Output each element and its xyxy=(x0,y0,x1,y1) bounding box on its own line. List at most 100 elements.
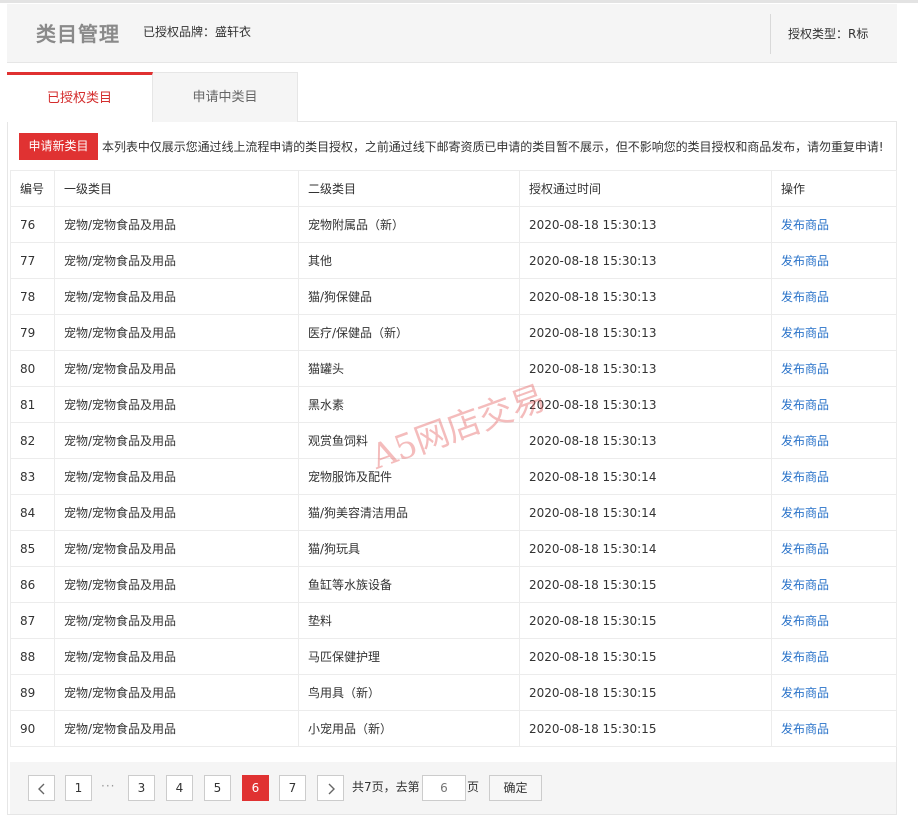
authorized-brand: 已授权品牌：盛轩衣 xyxy=(143,25,252,39)
top-border xyxy=(0,0,918,3)
table-row: 90 宠物/宠物食品及用品 小宠用品（新） 2020-08-18 15:30:15 发布… xyxy=(10,710,897,747)
column-header-level2-category: 二级类目 xyxy=(298,170,520,207)
page-suffix-text: 页 xyxy=(467,780,480,794)
page-button-5[interactable]: 5 xyxy=(204,775,231,801)
prev-page-button[interactable] xyxy=(28,775,55,801)
level1-category: 宠物/宠物食品及用品 xyxy=(54,530,299,567)
approval-time: 2020-08-18 15:30:13 xyxy=(519,206,772,243)
table-row: 82 宠物/宠物食品及用品 观赏鱼饲料 2020-08-18 15:30:13 发布商品 xyxy=(10,422,897,459)
table-body: 76 宠物/宠物食品及用品 宠物附属品（新） 2020-08-18 15:30:13 发… xyxy=(10,206,897,747)
row-number: 82 xyxy=(10,422,55,459)
approval-time: 2020-08-18 15:30:14 xyxy=(519,458,772,495)
approval-time: 2020-08-18 15:30:15 xyxy=(519,566,772,603)
table-row: 89 宠物/宠物食品及用品 鸟用具（新） 2020-08-18 15:30:15 发布商… xyxy=(10,674,897,711)
pagination: 1 ··· 3 4 5 6 7 共7页，去第 页 确定 xyxy=(10,762,896,814)
next-page-button[interactable] xyxy=(317,775,344,801)
column-header-number: 编号 xyxy=(10,170,55,207)
publish-product-link[interactable]: 发布商品 xyxy=(771,710,897,747)
level2-category: 鸟用具（新） xyxy=(298,674,520,711)
level2-category: 猫/狗玩具 xyxy=(298,530,520,567)
publish-product-link[interactable]: 发布商品 xyxy=(771,206,897,243)
apply-new-category-button[interactable]: 申请新类目 xyxy=(19,133,98,160)
page-button-1[interactable]: 1 xyxy=(65,775,92,801)
level2-category: 宠物服饰及配件 xyxy=(298,458,520,495)
page-ellipsis: ··· xyxy=(101,779,116,793)
row-number: 90 xyxy=(10,710,55,747)
publish-product-link[interactable]: 发布商品 xyxy=(771,278,897,315)
column-header-level1-category: 一级类目 xyxy=(54,170,299,207)
approval-time: 2020-08-18 15:30:15 xyxy=(519,602,772,639)
publish-product-link[interactable]: 发布商品 xyxy=(771,458,897,495)
column-header-approval-time: 授权通过时间 xyxy=(519,170,772,207)
level2-category: 猫/狗保健品 xyxy=(298,278,520,315)
row-number: 77 xyxy=(10,242,55,279)
approval-time: 2020-08-18 15:30:13 xyxy=(519,350,772,387)
level2-category: 小宠用品（新） xyxy=(298,710,520,747)
row-number: 83 xyxy=(10,458,55,495)
level2-category: 垫料 xyxy=(298,602,520,639)
table-row: 77 宠物/宠物食品及用品 其他 2020-08-18 15:30:13 发布商品 xyxy=(10,242,897,279)
level1-category: 宠物/宠物食品及用品 xyxy=(54,710,299,747)
level1-category: 宠物/宠物食品及用品 xyxy=(54,566,299,603)
level2-category: 黑水素 xyxy=(298,386,520,423)
level1-category: 宠物/宠物食品及用品 xyxy=(54,422,299,459)
row-number: 88 xyxy=(10,638,55,675)
table-row: 83 宠物/宠物食品及用品 宠物服饰及配件 2020-08-18 15:30:14 发布… xyxy=(10,458,897,495)
row-number: 81 xyxy=(10,386,55,423)
table-row: 88 宠物/宠物食品及用品 马匹保健护理 2020-08-18 15:30:15 发布商… xyxy=(10,638,897,675)
publish-product-link[interactable]: 发布商品 xyxy=(771,674,897,711)
level2-category: 马匹保健护理 xyxy=(298,638,520,675)
publish-product-link[interactable]: 发布商品 xyxy=(771,314,897,351)
row-number: 86 xyxy=(10,566,55,603)
category-tabs: 已授权类目 申请中类目 xyxy=(7,72,897,122)
table-row: 87 宠物/宠物食品及用品 垫料 2020-08-18 15:30:15 发布商品 xyxy=(10,602,897,639)
chevron-right-icon xyxy=(328,783,335,794)
page-button-7[interactable]: 7 xyxy=(279,775,306,801)
publish-product-link[interactable]: 发布商品 xyxy=(771,386,897,423)
publish-product-link[interactable]: 发布商品 xyxy=(771,566,897,603)
publish-product-link[interactable]: 发布商品 xyxy=(771,530,897,567)
chevron-left-icon xyxy=(37,783,44,794)
publish-product-link[interactable]: 发布商品 xyxy=(771,242,897,279)
approval-time: 2020-08-18 15:30:13 xyxy=(519,422,772,459)
level1-category: 宠物/宠物食品及用品 xyxy=(54,314,299,351)
level2-category: 猫/狗美容清洁用品 xyxy=(298,494,520,531)
table-row: 85 宠物/宠物食品及用品 猫/狗玩具 2020-08-18 15:30:14 发布商品 xyxy=(10,530,897,567)
tab-authorized-categories[interactable]: 已授权类目 xyxy=(7,72,153,122)
approval-time: 2020-08-18 15:30:15 xyxy=(519,638,772,675)
page-button-6-current[interactable]: 6 xyxy=(242,775,269,801)
publish-product-link[interactable]: 发布商品 xyxy=(771,638,897,675)
page-button-3[interactable]: 3 xyxy=(128,775,155,801)
level1-category: 宠物/宠物食品及用品 xyxy=(54,638,299,675)
publish-product-link[interactable]: 发布商品 xyxy=(771,602,897,639)
category-table: 编号 一级类目 二级类目 授权通过时间 操作 76 宠物/宠物食品及用品 宠物附属品… xyxy=(10,170,897,747)
page-jump-input[interactable] xyxy=(422,775,466,801)
row-number: 80 xyxy=(10,350,55,387)
page-button-4[interactable]: 4 xyxy=(166,775,193,801)
publish-product-link[interactable]: 发布商品 xyxy=(771,350,897,387)
row-number: 89 xyxy=(10,674,55,711)
row-number: 85 xyxy=(10,530,55,567)
approval-time: 2020-08-18 15:30:14 xyxy=(519,530,772,567)
table-row: 86 宠物/宠物食品及用品 鱼缸等水族设备 2020-08-18 15:30:15 发布… xyxy=(10,566,897,603)
publish-product-link[interactable]: 发布商品 xyxy=(771,494,897,531)
approval-time: 2020-08-18 15:30:15 xyxy=(519,710,772,747)
level1-category: 宠物/宠物食品及用品 xyxy=(54,350,299,387)
level1-category: 宠物/宠物食品及用品 xyxy=(54,386,299,423)
approval-time: 2020-08-18 15:30:14 xyxy=(519,494,772,531)
publish-product-link[interactable]: 发布商品 xyxy=(771,422,897,459)
row-number: 87 xyxy=(10,602,55,639)
table-row: 79 宠物/宠物食品及用品 医疗/保健品（新） 2020-08-18 15:30:13… xyxy=(10,314,897,351)
tab-pending-categories[interactable]: 申请中类目 xyxy=(153,72,298,122)
level1-category: 宠物/宠物食品及用品 xyxy=(54,278,299,315)
level2-category: 鱼缸等水族设备 xyxy=(298,566,520,603)
page-title: 类目管理 xyxy=(36,22,120,46)
row-number: 84 xyxy=(10,494,55,531)
approval-time: 2020-08-18 15:30:13 xyxy=(519,386,772,423)
approval-time: 2020-08-18 15:30:13 xyxy=(519,278,772,315)
level2-category: 观赏鱼饲料 xyxy=(298,422,520,459)
table-row: 84 宠物/宠物食品及用品 猫/狗美容清洁用品 2020-08-18 15:30:14… xyxy=(10,494,897,531)
approval-time: 2020-08-18 15:30:13 xyxy=(519,242,772,279)
row-number: 76 xyxy=(10,206,55,243)
page-jump-confirm-button[interactable]: 确定 xyxy=(489,775,542,801)
